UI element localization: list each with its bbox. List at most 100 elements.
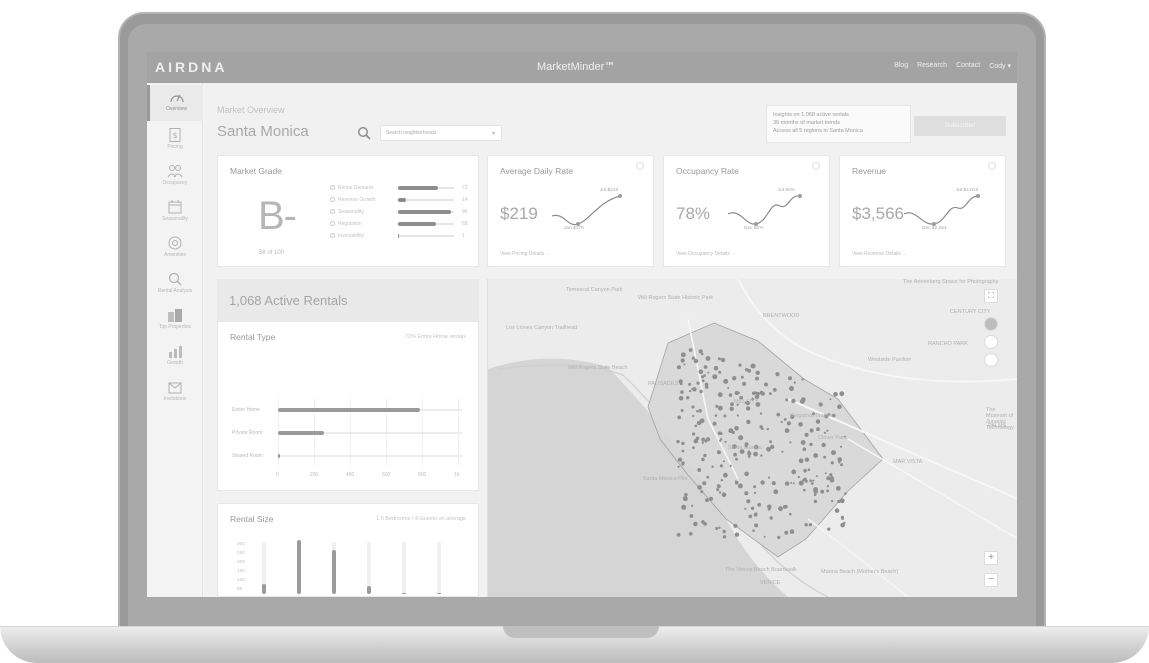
sidebar-item-amenities[interactable]: Amenities <box>147 231 203 267</box>
rental-dot[interactable] <box>839 391 845 397</box>
rental-dot[interactable] <box>719 393 722 397</box>
rental-dot[interactable] <box>837 457 843 462</box>
rental-dot[interactable] <box>705 437 711 442</box>
rental-dot[interactable] <box>682 496 688 502</box>
rental-dot[interactable] <box>753 485 757 489</box>
rental-dot[interactable] <box>733 452 737 457</box>
rental-dot[interactable] <box>680 390 684 394</box>
rental-dot[interactable] <box>688 382 692 386</box>
rental-dot[interactable] <box>729 406 734 411</box>
rental-dot[interactable] <box>804 457 810 462</box>
rental-dot[interactable] <box>719 464 723 468</box>
rental-dot[interactable] <box>750 506 755 510</box>
rental-dot[interactable] <box>691 504 694 507</box>
rental-dot[interactable] <box>755 376 759 381</box>
rental-dot[interactable] <box>803 468 807 473</box>
rental-dot[interactable] <box>720 479 724 482</box>
rental-dot[interactable] <box>813 499 818 504</box>
rental-dot[interactable] <box>677 457 683 462</box>
grade-factor[interactable]: Rental Demand 72 <box>330 184 475 192</box>
rental-dot[interactable] <box>691 405 695 409</box>
rental-dot[interactable] <box>703 374 706 377</box>
rental-dot[interactable] <box>808 523 812 527</box>
rental-dot[interactable] <box>693 358 699 364</box>
rental-dot[interactable] <box>831 450 836 456</box>
rental-dot[interactable] <box>797 475 800 479</box>
rental-dot[interactable] <box>781 450 784 453</box>
subscribe-button[interactable]: Subscribe! <box>914 116 1006 136</box>
rental-dot[interactable] <box>681 504 687 510</box>
view-occupancy-link[interactable]: View Occupancy Details → <box>676 251 736 257</box>
rental-dot[interactable] <box>802 479 805 482</box>
rental-dot[interactable] <box>803 488 806 492</box>
rental-dot[interactable] <box>728 393 733 397</box>
rental-dot[interactable] <box>692 414 695 418</box>
nav-blog[interactable]: Blog <box>894 62 908 70</box>
rental-dot[interactable] <box>754 523 759 528</box>
rental-dot[interactable] <box>701 379 705 383</box>
rental-dot[interactable] <box>759 425 763 429</box>
zoom-out-button[interactable]: − <box>984 573 998 587</box>
rental-dot[interactable] <box>769 440 772 444</box>
rental-dot[interactable] <box>740 375 744 379</box>
rental-dot[interactable] <box>801 378 804 381</box>
rental-dot[interactable] <box>698 369 704 374</box>
rental-dot[interactable] <box>701 520 705 524</box>
rental-dot[interactable] <box>676 365 681 370</box>
size-bar[interactable] <box>297 540 301 594</box>
rental-dot[interactable] <box>830 461 834 465</box>
rental-dot[interactable] <box>722 529 726 534</box>
rental-dot[interactable] <box>760 480 765 485</box>
rental-dot[interactable] <box>681 449 685 453</box>
rental-dot[interactable] <box>826 476 831 481</box>
rental-dot[interactable] <box>834 508 840 513</box>
size-bar[interactable] <box>402 592 406 594</box>
rental-dot[interactable] <box>812 479 815 482</box>
rental-dot[interactable] <box>829 478 835 483</box>
rental-dot[interactable] <box>809 428 814 433</box>
rental-dot[interactable] <box>700 352 704 356</box>
rental-dot[interactable] <box>826 485 830 488</box>
rental-dot[interactable] <box>689 532 693 536</box>
rental-dot[interactable] <box>782 505 787 509</box>
rental-dot[interactable] <box>718 370 722 374</box>
rental-type-bar[interactable] <box>278 408 420 412</box>
rental-dot[interactable] <box>718 405 723 411</box>
rental-dot[interactable] <box>813 487 818 492</box>
rental-dot[interactable] <box>786 421 791 426</box>
rental-dot[interactable] <box>712 374 718 380</box>
rental-dot[interactable] <box>701 437 706 442</box>
rental-dot[interactable] <box>824 472 827 475</box>
rental-dot[interactable] <box>792 482 795 485</box>
rental-dot[interactable] <box>788 376 792 381</box>
rental-dot[interactable] <box>735 457 738 461</box>
rental-dot[interactable] <box>785 398 789 402</box>
rental-dot[interactable] <box>755 512 758 515</box>
rental-dot[interactable] <box>827 527 831 531</box>
rental-dot[interactable] <box>844 492 847 495</box>
rental-dot[interactable] <box>835 486 841 491</box>
rental-dot[interactable] <box>769 392 772 395</box>
user-menu[interactable]: Cody ▾ <box>989 62 1011 70</box>
rental-dot[interactable] <box>702 481 707 486</box>
view-revenue-link[interactable]: View Revenue Details → <box>852 251 907 257</box>
rental-dot[interactable] <box>789 441 792 444</box>
rental-dot[interactable] <box>736 414 739 417</box>
rental-dot[interactable] <box>705 498 709 503</box>
rental-dot[interactable] <box>720 432 723 435</box>
rental-dot[interactable] <box>703 453 707 458</box>
rental-dot[interactable] <box>692 432 696 436</box>
rental-dot[interactable] <box>809 479 812 482</box>
rental-dot[interactable] <box>815 475 818 478</box>
rental-dot[interactable] <box>699 418 705 424</box>
rental-dot[interactable] <box>691 356 695 360</box>
rental-dot[interactable] <box>698 409 702 413</box>
rental-dot[interactable] <box>843 521 846 525</box>
rental-dot[interactable] <box>723 414 727 418</box>
grade-factor[interactable]: Seasonality 94 <box>330 208 475 216</box>
rental-dot[interactable] <box>721 492 727 497</box>
rental-dot[interactable] <box>680 352 686 358</box>
rental-dot[interactable] <box>701 457 705 462</box>
rental-dot[interactable] <box>724 440 727 443</box>
size-bar[interactable] <box>367 585 371 594</box>
